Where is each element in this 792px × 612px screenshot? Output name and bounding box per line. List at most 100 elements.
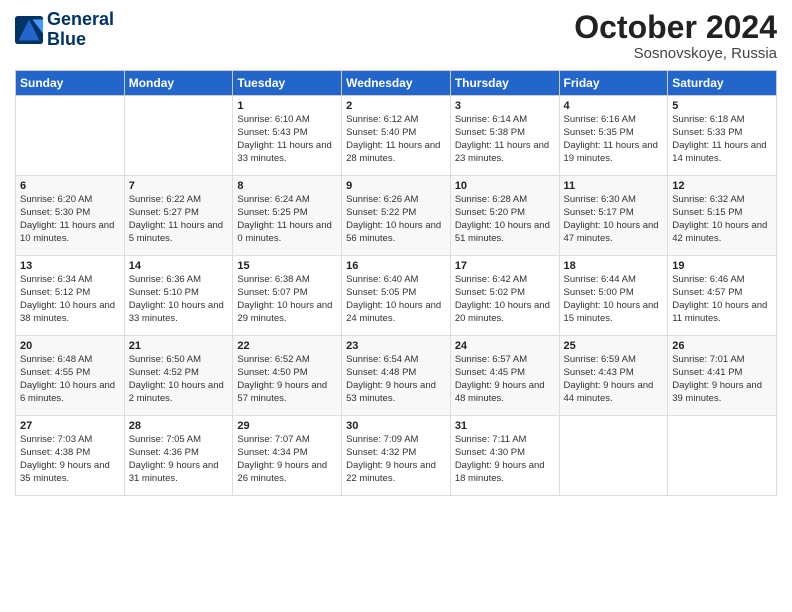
logo-line1: General	[47, 10, 114, 30]
day-detail: Sunrise: 6:32 AMSunset: 5:15 PMDaylight:…	[672, 194, 772, 245]
day-number: 27	[20, 420, 120, 432]
day-number: 3	[455, 100, 555, 112]
day-number: 6	[20, 180, 120, 192]
day-number: 24	[455, 340, 555, 352]
calendar-cell: 5Sunrise: 6:18 AMSunset: 5:33 PMDaylight…	[668, 96, 777, 176]
col-sunday: Sunday	[16, 71, 125, 96]
header: General Blue October 2024 Sosnovskoye, R…	[15, 10, 777, 62]
day-detail: Sunrise: 6:46 AMSunset: 4:57 PMDaylight:…	[672, 274, 772, 325]
day-detail: Sunrise: 6:28 AMSunset: 5:20 PMDaylight:…	[455, 194, 555, 245]
day-detail: Sunrise: 6:10 AMSunset: 5:43 PMDaylight:…	[237, 114, 337, 165]
day-number: 31	[455, 420, 555, 432]
day-number: 22	[237, 340, 337, 352]
day-detail: Sunrise: 6:59 AMSunset: 4:43 PMDaylight:…	[564, 354, 664, 405]
calendar-cell: 22 Sunrise: 6:52 AMSunset: 4:50 PMDayligh…	[233, 336, 342, 416]
calendar-cell: 17Sunrise: 6:42 AMSunset: 5:02 PMDayligh…	[450, 256, 559, 336]
day-detail: Sunrise: 6:40 AMSunset: 5:05 PMDaylight:…	[346, 274, 446, 325]
col-thursday: Thursday	[450, 71, 559, 96]
calendar-row-0: 1Sunrise: 6:10 AMSunset: 5:43 PMDaylight…	[16, 96, 777, 176]
col-wednesday: Wednesday	[342, 71, 451, 96]
day-detail: Sunrise: 6:52 AMSunset: 4:50 PMDaylight:…	[237, 354, 337, 405]
calendar-row-2: 13 Sunrise: 6:34 AMSunset: 5:12 PMDayligh…	[16, 256, 777, 336]
calendar-cell: 4 Sunrise: 6:16 AMSunset: 5:35 PMDaylight…	[559, 96, 668, 176]
logo-line2: Blue	[47, 30, 114, 50]
calendar-cell	[668, 416, 777, 496]
day-detail: Sunrise: 7:09 AMSunset: 4:32 PMDaylight:…	[346, 434, 446, 485]
col-monday: Monday	[124, 71, 233, 96]
day-detail: Sunrise: 6:34 AMSunset: 5:12 PMDaylight:…	[20, 274, 120, 325]
day-detail: Sunrise: 6:36 AMSunset: 5:10 PMDaylight:…	[129, 274, 229, 325]
calendar-cell: 23 Sunrise: 6:54 AMSunset: 4:48 PMDayligh…	[342, 336, 451, 416]
page: General Blue October 2024 Sosnovskoye, R…	[0, 0, 792, 612]
day-detail: Sunrise: 6:38 AMSunset: 5:07 PMDaylight:…	[237, 274, 337, 325]
calendar-cell: 11 Sunrise: 6:30 AMSunset: 5:17 PMDayligh…	[559, 176, 668, 256]
day-number: 7	[129, 180, 229, 192]
header-row: Sunday Monday Tuesday Wednesday Thursday…	[16, 71, 777, 96]
day-detail: Sunrise: 6:30 AMSunset: 5:17 PMDaylight:…	[564, 194, 664, 245]
day-number: 26	[672, 340, 772, 352]
day-number: 8	[237, 180, 337, 192]
day-number: 30	[346, 420, 446, 432]
day-number: 13	[20, 260, 120, 272]
col-friday: Friday	[559, 71, 668, 96]
logo-text: General Blue	[47, 10, 114, 50]
calendar-cell: 18 Sunrise: 6:44 AMSunset: 5:00 PMDayligh…	[559, 256, 668, 336]
day-detail: Sunrise: 6:16 AMSunset: 5:35 PMDaylight:…	[564, 114, 664, 165]
day-detail: Sunrise: 6:20 AMSunset: 5:30 PMDaylight:…	[20, 194, 120, 245]
calendar-cell: 15 Sunrise: 6:38 AMSunset: 5:07 PMDayligh…	[233, 256, 342, 336]
calendar-cell: 26 Sunrise: 7:01 AMSunset: 4:41 PMDayligh…	[668, 336, 777, 416]
day-detail: Sunrise: 6:50 AMSunset: 4:52 PMDaylight:…	[129, 354, 229, 405]
calendar-row-1: 6 Sunrise: 6:20 AMSunset: 5:30 PMDaylight…	[16, 176, 777, 256]
calendar-cell: 7 Sunrise: 6:22 AMSunset: 5:27 PMDaylight…	[124, 176, 233, 256]
day-detail: Sunrise: 7:11 AMSunset: 4:30 PMDaylight:…	[455, 434, 555, 485]
day-detail: Sunrise: 7:03 AMSunset: 4:38 PMDaylight:…	[20, 434, 120, 485]
calendar-cell: 12 Sunrise: 6:32 AMSunset: 5:15 PMDayligh…	[668, 176, 777, 256]
day-detail: Sunrise: 6:22 AMSunset: 5:27 PMDaylight:…	[129, 194, 229, 245]
day-number: 2	[346, 100, 446, 112]
day-detail: Sunrise: 6:14 AMSunset: 5:38 PMDaylight:…	[455, 114, 555, 165]
calendar-cell: 16 Sunrise: 6:40 AMSunset: 5:05 PMDayligh…	[342, 256, 451, 336]
day-detail: Sunrise: 7:01 AMSunset: 4:41 PMDaylight:…	[672, 354, 772, 405]
calendar-cell: 10 Sunrise: 6:28 AMSunset: 5:20 PMDayligh…	[450, 176, 559, 256]
day-number: 23	[346, 340, 446, 352]
day-number: 12	[672, 180, 772, 192]
location: Sosnovskoye, Russia	[574, 45, 777, 62]
calendar-cell: 13 Sunrise: 6:34 AMSunset: 5:12 PMDayligh…	[16, 256, 125, 336]
calendar-cell: 21 Sunrise: 6:50 AMSunset: 4:52 PMDayligh…	[124, 336, 233, 416]
calendar-cell: 1Sunrise: 6:10 AMSunset: 5:43 PMDaylight…	[233, 96, 342, 176]
day-detail: Sunrise: 6:54 AMSunset: 4:48 PMDaylight:…	[346, 354, 446, 405]
day-number: 21	[129, 340, 229, 352]
calendar-cell: 14 Sunrise: 6:36 AMSunset: 5:10 PMDayligh…	[124, 256, 233, 336]
day-detail: Sunrise: 6:57 AMSunset: 4:45 PMDaylight:…	[455, 354, 555, 405]
calendar-cell: 29 Sunrise: 7:07 AMSunset: 4:34 PMDayligh…	[233, 416, 342, 496]
calendar-cell: 24 Sunrise: 6:57 AMSunset: 4:45 PMDayligh…	[450, 336, 559, 416]
day-number: 4	[564, 100, 664, 112]
calendar-cell: 19 Sunrise: 6:46 AMSunset: 4:57 PMDayligh…	[668, 256, 777, 336]
calendar-cell	[16, 96, 125, 176]
calendar-cell: 25Sunrise: 6:59 AMSunset: 4:43 PMDayligh…	[559, 336, 668, 416]
calendar-row-3: 20Sunrise: 6:48 AMSunset: 4:55 PMDayligh…	[16, 336, 777, 416]
calendar-cell: 9Sunrise: 6:26 AMSunset: 5:22 PMDaylight…	[342, 176, 451, 256]
day-detail: Sunrise: 7:07 AMSunset: 4:34 PMDaylight:…	[237, 434, 337, 485]
calendar-cell: 3 Sunrise: 6:14 AMSunset: 5:38 PMDaylight…	[450, 96, 559, 176]
day-number: 14	[129, 260, 229, 272]
day-number: 20	[20, 340, 120, 352]
calendar-cell: 27 Sunrise: 7:03 AMSunset: 4:38 PMDayligh…	[16, 416, 125, 496]
col-tuesday: Tuesday	[233, 71, 342, 96]
calendar-cell	[559, 416, 668, 496]
day-number: 19	[672, 260, 772, 272]
calendar-table: Sunday Monday Tuesday Wednesday Thursday…	[15, 70, 777, 496]
day-number: 11	[564, 180, 664, 192]
day-number: 15	[237, 260, 337, 272]
day-detail: Sunrise: 6:44 AMSunset: 5:00 PMDaylight:…	[564, 274, 664, 325]
day-number: 29	[237, 420, 337, 432]
day-number: 18	[564, 260, 664, 272]
day-detail: Sunrise: 6:42 AMSunset: 5:02 PMDaylight:…	[455, 274, 555, 325]
day-number: 10	[455, 180, 555, 192]
day-number: 28	[129, 420, 229, 432]
day-number: 16	[346, 260, 446, 272]
month-title: October 2024	[574, 10, 777, 45]
title-block: October 2024 Sosnovskoye, Russia	[574, 10, 777, 62]
day-detail: Sunrise: 6:24 AMSunset: 5:25 PMDaylight:…	[237, 194, 337, 245]
calendar-cell: 30 Sunrise: 7:09 AMSunset: 4:32 PMDayligh…	[342, 416, 451, 496]
